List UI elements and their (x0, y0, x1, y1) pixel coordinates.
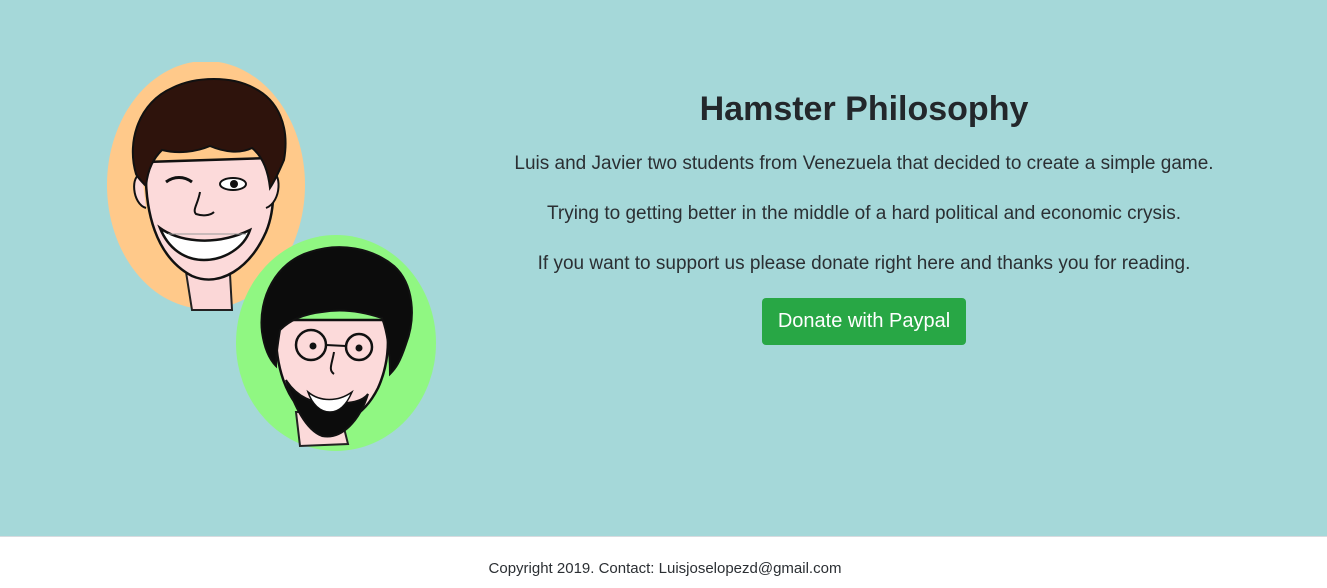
footer: Copyright 2019. Contact: Luisjoselopezd@… (0, 536, 1327, 588)
founders-illustration (100, 62, 445, 454)
intro-content: Hamster Philosophy Luis and Javier two s… (490, 84, 1238, 345)
copyright-text: Copyright 2019. Contact: Luisjoselopezd@… (488, 560, 842, 577)
donate-paypal-button[interactable]: Donate with Paypal (761, 298, 967, 345)
intro-paragraph-1: Luis and Javier two students from Venezu… (514, 153, 1214, 174)
founders-illustration-svg (107, 62, 436, 451)
intro-paragraph-2: Trying to getting better in the middle o… (546, 203, 1181, 224)
hero-section: Hamster Philosophy Luis and Javier two s… (0, 0, 1327, 536)
page-title: Hamster Philosophy (699, 90, 1029, 128)
intro-paragraph-3: If you want to support us please donate … (537, 253, 1191, 274)
javier-portrait (236, 235, 436, 451)
